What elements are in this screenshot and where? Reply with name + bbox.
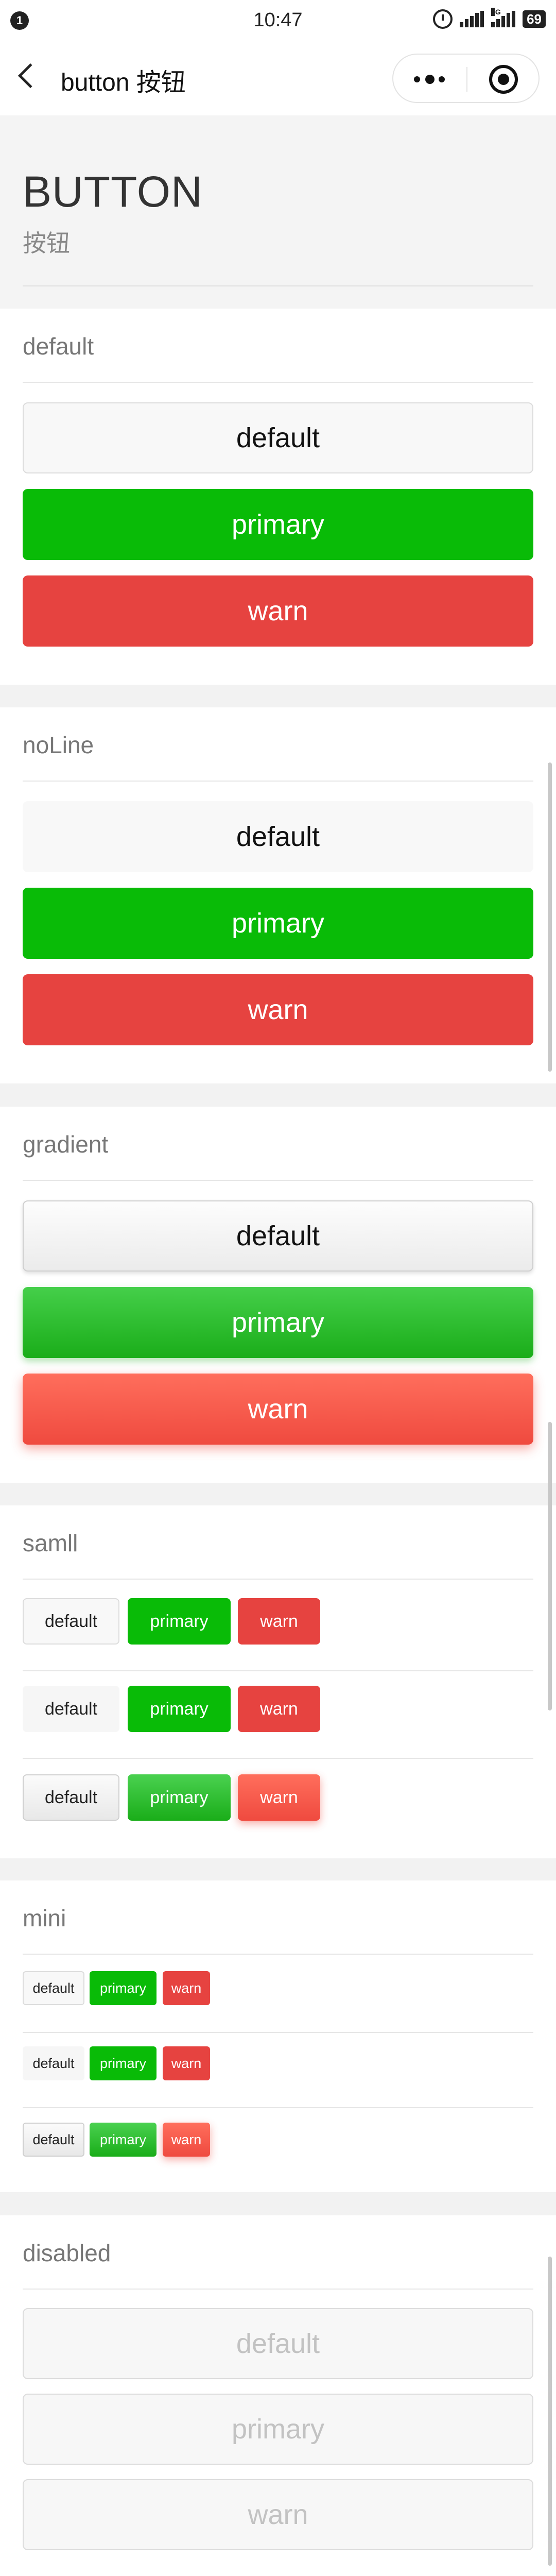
divider — [23, 2032, 533, 2033]
network-label: 4G — [491, 8, 501, 16]
section-title: disabled — [23, 2240, 111, 2266]
small-primary-button[interactable]: primary — [128, 1774, 231, 1821]
mini-program-capsule — [392, 54, 540, 103]
page-title: button 按钮 — [61, 69, 186, 96]
divider — [23, 1954, 533, 1955]
section-title: noLine — [23, 732, 94, 758]
mini-default-button[interactable]: default — [23, 1971, 84, 2005]
small-default-button[interactable]: default — [23, 1598, 119, 1645]
nav-bar: button 按钮 — [0, 41, 556, 115]
divider — [23, 1180, 533, 1181]
small-default-button[interactable]: default — [23, 1686, 119, 1732]
scrollbar[interactable] — [548, 762, 552, 1072]
default-button[interactable]: default — [23, 1200, 533, 1272]
divider — [23, 781, 533, 782]
more-dots-icon[interactable] — [414, 74, 448, 84]
scrollbar[interactable] — [548, 2257, 552, 2566]
status-bar: 1 10:47 4G 69 — [0, 0, 556, 41]
warn-button[interactable]: warn — [23, 974, 533, 1045]
scrollbar[interactable] — [548, 1422, 552, 1710]
header-title: BUTTON — [23, 167, 203, 216]
divider — [23, 1579, 533, 1580]
divider — [23, 382, 533, 383]
mini-warn-button[interactable]: warn — [163, 2046, 210, 2080]
small-warn-button[interactable]: warn — [238, 1686, 320, 1732]
chevron-left-icon[interactable] — [18, 63, 43, 89]
section-default: default default primary warn — [0, 309, 556, 685]
alarm-clock-icon — [433, 9, 453, 29]
warn-button[interactable]: warn — [23, 1374, 533, 1445]
status-icons: 4G 69 — [433, 8, 546, 29]
primary-button[interactable]: primary — [23, 888, 533, 959]
mini-warn-button[interactable]: warn — [163, 1971, 210, 2005]
section-title: default — [23, 333, 94, 360]
small-warn-button[interactable]: warn — [238, 1774, 320, 1821]
capsule-divider — [466, 67, 467, 92]
section-disabled: disabled default primary warn — [0, 2215, 556, 2576]
disabled-primary-button: primary — [23, 2394, 533, 2465]
mini-primary-button[interactable]: primary — [90, 2123, 157, 2157]
mini-primary-button[interactable]: primary — [90, 2046, 157, 2080]
primary-button[interactable]: primary — [23, 489, 533, 560]
mini-default-button[interactable]: default — [23, 2046, 84, 2080]
divider — [23, 285, 533, 286]
small-default-button[interactable]: default — [23, 1774, 119, 1821]
small-primary-button[interactable]: primary — [128, 1686, 231, 1732]
default-button[interactable]: default — [23, 801, 533, 872]
section-title: gradient — [23, 1131, 109, 1158]
disabled-default-button: default — [23, 2308, 533, 2379]
small-warn-button[interactable]: warn — [238, 1598, 320, 1645]
section-noline: noLine default primary warn — [0, 707, 556, 1083]
section-mini: mini default primary warn default primar… — [0, 1880, 556, 2192]
mini-default-button[interactable]: default — [23, 2123, 84, 2157]
header-subtitle: 按钮 — [23, 230, 70, 257]
small-primary-button[interactable]: primary — [128, 1598, 231, 1645]
default-button[interactable]: default — [23, 402, 533, 473]
divider — [23, 2107, 533, 2108]
section-title: mini — [23, 1905, 66, 1931]
disabled-warn-button: warn — [23, 2479, 533, 2550]
divider — [23, 1670, 533, 1671]
battery-indicator: 69 — [523, 10, 546, 28]
section-small: samll default primary warn default prima… — [0, 1505, 556, 1858]
signal-4g-icon: 4G — [491, 8, 516, 27]
signal-icon — [460, 11, 484, 27]
section-gradient: gradient default primary warn — [0, 1107, 556, 1483]
mini-warn-button[interactable]: warn — [163, 2123, 210, 2157]
section-title: samll — [23, 1530, 78, 1556]
divider — [23, 1758, 533, 1759]
primary-button[interactable]: primary — [23, 1287, 533, 1358]
target-circle-icon[interactable] — [489, 65, 518, 94]
page-header: BUTTON 按钮 — [0, 115, 556, 309]
mini-primary-button[interactable]: primary — [90, 1971, 157, 2005]
warn-button[interactable]: warn — [23, 575, 533, 647]
divider — [23, 2289, 533, 2290]
